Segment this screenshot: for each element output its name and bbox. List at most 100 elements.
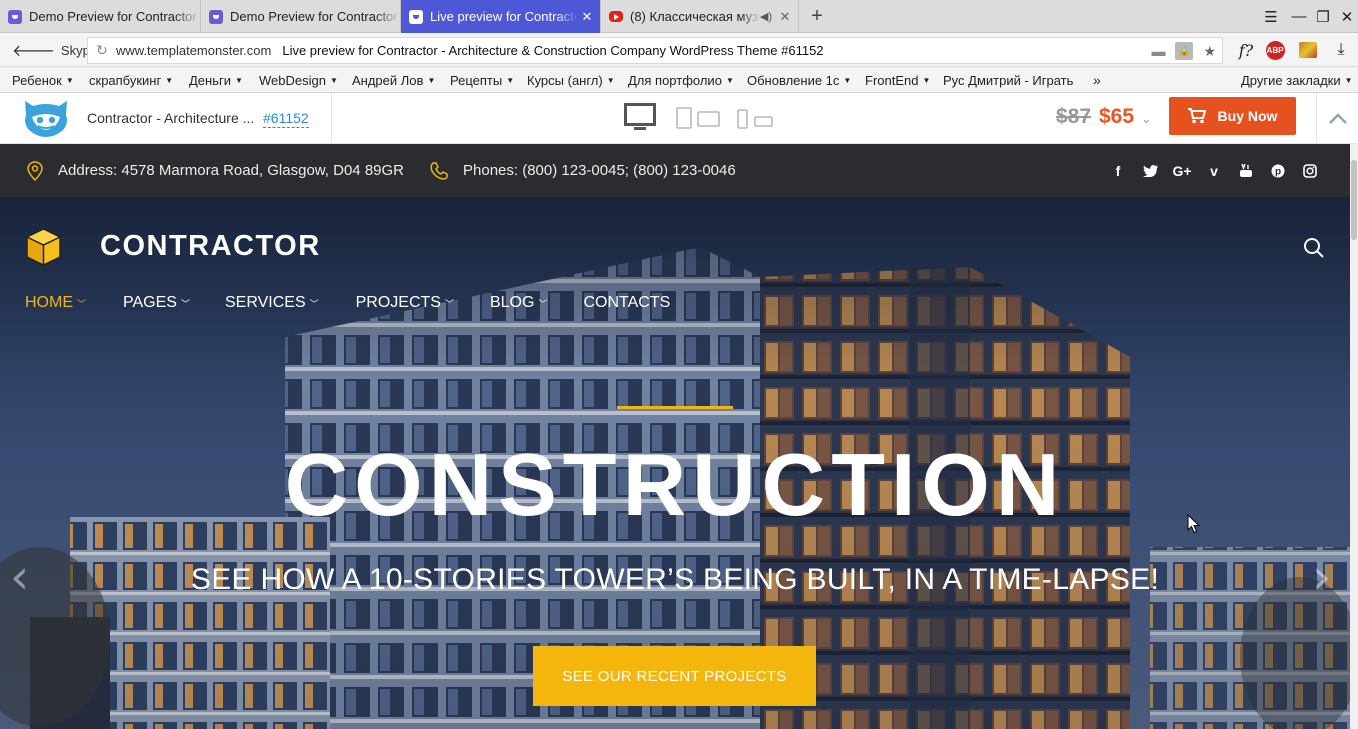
extension-f-label: f?	[1238, 40, 1254, 60]
tab-title: (8) Классическая музыка	[630, 9, 760, 24]
hero-subtitle: SEE HOW A 10-STORIES TOWER’S BEING BUILT…	[190, 563, 1160, 596]
chevron-down-icon: ﹀	[180, 298, 190, 309]
phones-text: Phones: (800) 123-0045; (800) 123-0046	[463, 162, 736, 179]
bookmarks-bar: Ребенок ▼ скрапбукинг ▼ Деньги ▼ WebDesign ▼…	[0, 67, 1358, 93]
buy-now-button[interactable]: Buy Now	[1169, 97, 1296, 135]
contact-info-bar: Address: 4578 Marmora Road, Glasgow, D04…	[0, 144, 1350, 197]
nav-label: CONTACTS	[583, 294, 671, 311]
bookmark-folder[interactable]: WebDesign ▼	[259, 67, 338, 93]
reload-icon[interactable]: ↻	[88, 42, 116, 59]
page-scrollbar[interactable]	[1350, 144, 1358, 729]
other-bookmarks[interactable]: Другие закладки ▼	[1241, 67, 1353, 93]
extension-map-icon[interactable]	[1296, 38, 1320, 62]
bookmark-star-icon[interactable]: ★	[1203, 43, 1216, 60]
close-window-icon[interactable]: ✕	[1335, 0, 1358, 33]
close-tab-icon[interactable]: ✕	[578, 9, 596, 25]
price-new[interactable]: $65	[1099, 105, 1134, 129]
bookmark-folder[interactable]: Андрей Лов ▼	[352, 67, 435, 93]
vimeo-icon[interactable]: v	[1198, 161, 1230, 181]
nav-item-pages[interactable]: PAGES ﹀	[123, 293, 190, 313]
url-page-title: Live preview for Contractor - Architectu…	[282, 43, 824, 58]
pinterest-icon[interactable]: p	[1262, 161, 1294, 181]
slider-prev-arrow-icon[interactable]: ‹	[10, 553, 29, 601]
google-plus-icon[interactable]: G+	[1166, 161, 1198, 181]
hero-title: CONSTRUCTION	[284, 435, 1066, 534]
instagram-icon[interactable]	[1294, 161, 1326, 181]
site-name[interactable]: CONTRACTOR	[100, 230, 321, 263]
lock-icon[interactable]: 🔒	[1175, 42, 1194, 60]
bookmark-folder[interactable]: Ребенок ▼	[12, 67, 74, 93]
nav-item-blog[interactable]: BLOG ﹀	[490, 293, 547, 313]
scrollbar-thumb[interactable]	[1351, 160, 1357, 240]
browser-tab[interactable]: Demo Preview for Contractor	[201, 0, 401, 33]
bookmarks-more-button[interactable]: »	[1093, 67, 1101, 93]
nav-label: SERVICES	[224, 294, 306, 311]
templatemonster-icon	[8, 9, 22, 24]
templatemonster-logo-icon[interactable]	[19, 97, 73, 139]
bookmark-folder[interactable]: скрапбукинг ▼	[89, 67, 173, 93]
bookmark-label: Ребенок	[12, 72, 62, 88]
close-tab-icon[interactable]: ✕	[776, 9, 794, 25]
new-tab-button[interactable]: +	[806, 4, 828, 28]
speaker-icon[interactable]: ◀)	[760, 10, 772, 23]
search-icon[interactable]	[1303, 237, 1325, 259]
nav-label: BLOG	[489, 294, 535, 311]
caret-down-icon: ▼	[427, 75, 436, 85]
browser-tab[interactable]: Demo Preview for Contractor	[0, 0, 201, 33]
caret-down-icon: ▼	[922, 75, 931, 85]
collapse-bar-button[interactable]	[1316, 93, 1358, 144]
nav-item-contacts[interactable]: CONTACTS	[583, 293, 670, 313]
twitter-icon[interactable]	[1134, 161, 1166, 181]
youtube-icon[interactable]	[1230, 161, 1262, 181]
nav-item-home[interactable]: HOME ﹀	[25, 293, 86, 313]
restore-icon[interactable]: ❐	[1311, 0, 1335, 33]
bookmark-label: скрапбукинг	[89, 72, 162, 88]
adblock-icon[interactable]: ABP	[1263, 38, 1287, 62]
chevron-down-icon: ﹀	[309, 298, 319, 309]
caret-down-icon: ▼	[506, 75, 515, 85]
back-button[interactable]: 🡐 Skype	[12, 39, 97, 61]
bookmark-label: Андрей Лов	[352, 72, 424, 88]
bookmark-label: Деньги	[189, 72, 231, 88]
see-recent-projects-button[interactable]: SEE OUR RECENT PROJECTS	[533, 646, 816, 706]
browser-tab[interactable]: (8) Классическая музыка ◀) ✕	[601, 0, 799, 33]
facebook-icon[interactable]: f	[1102, 161, 1134, 181]
bookmark-label: Для портфолио	[628, 72, 722, 88]
bookmark-label: FrontEnd	[865, 72, 919, 88]
nav-label: PAGES	[123, 294, 177, 311]
tablet-view-icon[interactable]	[676, 107, 722, 131]
phone-info: Phones: (800) 123-0045; (800) 123-0046	[429, 144, 736, 197]
comment-icon[interactable]: ▬	[1151, 43, 1165, 59]
nav-item-projects[interactable]: PROJECTS ﹀	[356, 293, 454, 313]
accent-divider	[617, 406, 733, 409]
bookmark-folder[interactable]: Курсы (англ) ▼	[527, 67, 615, 93]
bookmark-folder[interactable]: Для портфолио ▼	[628, 67, 734, 93]
extension-f-icon[interactable]: f?	[1234, 38, 1258, 62]
tab-title: Demo Preview for Contractor	[230, 9, 398, 24]
adblock-label: ABP	[1265, 40, 1285, 60]
desktop-view-icon[interactable]	[624, 103, 656, 133]
bookmark-folder[interactable]: FrontEnd ▼	[865, 67, 930, 93]
mobile-view-icon[interactable]	[737, 109, 775, 131]
cart-icon	[1187, 108, 1206, 124]
bookmark-link[interactable]: Рус Дмитрий - Играть	[943, 67, 1077, 93]
minimize-icon[interactable]: —	[1287, 0, 1311, 33]
slider-next-arrow-icon[interactable]: ›	[1312, 553, 1331, 601]
url-field[interactable]: ↻ www.templatemonster.com Live preview f…	[87, 37, 1223, 64]
site-logo-cube-icon[interactable]	[25, 227, 62, 267]
templatemonster-bar: Contractor - Architecture ... #61152 $87…	[0, 93, 1358, 144]
bookmark-label: Рецепты	[450, 72, 503, 88]
price-old: $87	[1056, 105, 1092, 128]
bookmark-folder[interactable]: Рецепты ▼	[450, 67, 514, 93]
nav-item-services[interactable]: SERVICES ﹀	[225, 293, 319, 313]
browser-tab-active[interactable]: Live preview for Contractor ✕	[401, 0, 601, 33]
bookmark-label: Курсы (англ)	[527, 72, 603, 88]
social-links: f G+ v p	[1102, 144, 1326, 197]
menu-icon[interactable]: ☰	[1259, 0, 1283, 33]
product-id-link[interactable]: #61152	[263, 110, 309, 128]
chevron-down-icon[interactable]: ⌄	[1141, 111, 1152, 127]
bookmark-folder[interactable]: Обновление 1с ▼	[747, 67, 851, 93]
download-icon[interactable]: ⤓	[1329, 38, 1353, 62]
chevron-down-icon: ﹀	[538, 298, 548, 309]
bookmark-folder[interactable]: Деньги ▼	[189, 67, 243, 93]
